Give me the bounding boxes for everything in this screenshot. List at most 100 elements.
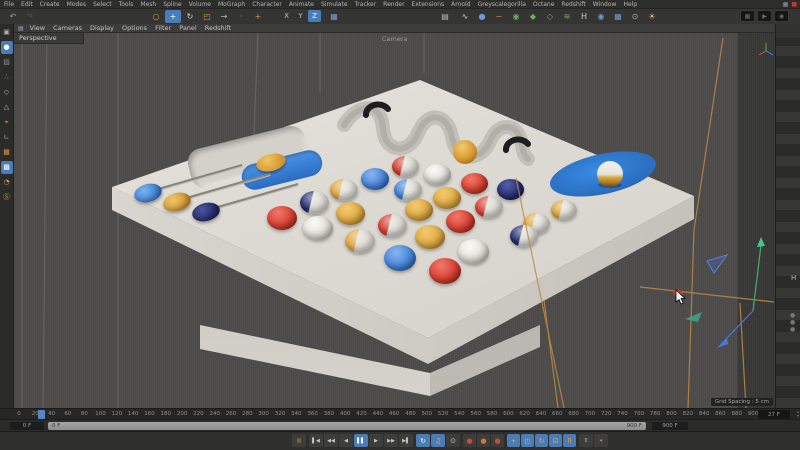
workplane-tool[interactable]: + [250,10,266,23]
viewport-menu-cameras[interactable]: Cameras [53,24,82,32]
goto-start-button[interactable]: ▌◀ [309,434,323,447]
viewport-menu-redshift[interactable]: Redshift [205,24,231,32]
subdivision-surface[interactable]: ◉ [508,10,524,23]
viewport-menu-display[interactable]: Display [90,24,114,32]
tweak-mode[interactable]: ⌖ [1,116,13,129]
menu-redshift[interactable]: Redshift [561,1,585,8]
mograph-cloner[interactable]: ▦ [610,10,626,23]
range-slider[interactable]: 0 F 900 F [48,422,646,430]
record-position-toggle[interactable]: + [507,434,520,447]
solo-toggle[interactable]: ⊙ [446,434,460,447]
menu-volume[interactable]: Volume [189,1,211,8]
menu-tracker[interactable]: Tracker [355,1,377,8]
undo-icon[interactable]: ↶ [5,10,21,23]
generator[interactable]: ◆ [525,10,541,23]
move-tool[interactable]: + [165,10,181,23]
live-selection-tool[interactable]: ○ [148,10,164,23]
scale-tool[interactable]: ◰ [199,10,215,23]
volume[interactable]: ◉ [593,10,609,23]
menu-octane[interactable]: Octane [533,1,555,8]
record-objects-button[interactable]: ● [463,434,476,447]
viewport-menu-view[interactable]: View [30,24,45,32]
key-interpolation-button[interactable]: ∗ [594,434,608,447]
snap-toggle[interactable]: ◔ [1,176,13,189]
previous-key-button[interactable]: ◀◀ [324,434,338,447]
texture-mode[interactable]: ▨ [1,56,13,69]
viewport-view-label[interactable]: Perspective [14,33,84,44]
render-view-preview[interactable]: ▦ [740,10,755,22]
points-mode[interactable]: ∴ [1,71,13,84]
uv-mode[interactable]: ▩ [1,161,13,174]
next-key-button[interactable]: ▶▶ [384,434,398,447]
coordinate-system-toggle[interactable]: ▦ [326,10,342,23]
loop-toggle[interactable]: ↻ [416,434,430,447]
menu-file[interactable]: File [4,1,14,8]
menu-simulate[interactable]: Simulate [321,1,348,8]
primitive-cube[interactable]: ● [474,10,490,23]
viewport-3d[interactable]: Perspective Camera Grid Spacing : 5 cm ⊕… [14,33,775,408]
record-parameter-toggle[interactable]: ☑ [549,434,562,447]
viewport-menu-panel[interactable]: Panel [179,24,197,32]
timeline-playhead[interactable] [38,410,45,419]
live-badge-icon[interactable]: ■ [791,1,797,8]
edges-mode[interactable]: ◇ [1,86,13,99]
redo-icon[interactable]: ↷ [22,10,38,23]
viewport-menu-options[interactable]: Options [122,24,147,32]
play-pause-button[interactable]: ▌▌ [354,434,368,447]
zoom-view-icon[interactable]: ⊙ [747,33,753,34]
record-scale-toggle[interactable]: ◰ [521,434,534,447]
axis-z-lock[interactable]: Z [308,10,321,22]
record-pla-toggle[interactable]: ⠿ [563,434,576,447]
polygons-mode[interactable]: △ [1,101,13,114]
field[interactable]: ≋ [559,10,575,23]
autokey-button[interactable]: ● [477,434,490,447]
workplane-mode[interactable]: ∟ [1,131,13,144]
menu-mograph[interactable]: MoGraph [218,1,245,8]
menu-render[interactable]: Render [383,1,404,8]
model-mode[interactable]: ● [1,41,13,54]
record-rotation-toggle[interactable]: ↻ [535,434,548,447]
light-object[interactable]: ☀ [644,10,660,23]
menu-edit[interactable]: Edit [21,1,33,8]
keyframe-selection-button[interactable]: ● [491,434,504,447]
menu-mesh[interactable]: Mesh [140,1,156,8]
previous-frame-button[interactable]: ◀ [339,434,353,447]
right-panel[interactable]: H ●●● [775,24,800,408]
range-end-field[interactable]: 900 F [652,422,688,430]
menu-select[interactable]: Select [93,1,112,8]
range-start-field[interactable]: 0 F [10,422,44,430]
menu-window[interactable]: Window [593,1,617,8]
viewport-panel-icon[interactable]: ▤ [18,25,24,32]
menu-modes[interactable]: Modes [67,1,86,8]
pan-view-icon[interactable]: ⊕ [739,33,745,34]
render-settings[interactable]: ◉ [774,10,789,22]
menu-animate[interactable]: Animate [289,1,314,8]
current-frame-field[interactable]: 27 F [758,410,790,419]
snap-tool[interactable]: → [216,10,232,23]
menu-arnold[interactable]: Arnold [451,1,470,8]
menu-greyscalegorilla[interactable]: Greyscalegorilla [478,1,526,8]
keyframe-film-icon[interactable]: ▥ [292,434,306,447]
axis-x-lock[interactable]: X [280,10,293,22]
menu-extensions[interactable]: Extensions [412,1,445,8]
menu-create[interactable]: Create [40,1,60,8]
convert-object-mode[interactable]: ▣ [1,26,13,39]
menu-character[interactable]: Character [252,1,282,8]
keyframe-presets-button[interactable]: ⠿ [579,434,593,447]
menu-tools[interactable]: Tools [119,1,134,8]
layout-icon[interactable]: ▦ [783,1,789,8]
render-picture-viewer[interactable]: ▶ [757,10,772,22]
snap-settings-tool[interactable]: · [233,10,249,23]
menu-help[interactable]: Help [623,1,637,8]
deformer[interactable]: ◇ [542,10,558,23]
next-frame-button[interactable]: ▶ [369,434,383,447]
menu-spline[interactable]: Spline [163,1,181,8]
render-view-button[interactable]: ▤ [437,10,453,23]
goto-end-button[interactable]: ▶▌ [399,434,413,447]
spline-primitive[interactable]: ~ [491,10,507,23]
quantize-toggle[interactable]: Ⓢ [1,191,13,204]
spline-pen[interactable]: ∿ [457,10,473,23]
sound-toggle[interactable]: ♫ [431,434,445,447]
rotate-tool[interactable]: ↻ [182,10,198,23]
hair-object[interactable]: H [576,10,592,23]
